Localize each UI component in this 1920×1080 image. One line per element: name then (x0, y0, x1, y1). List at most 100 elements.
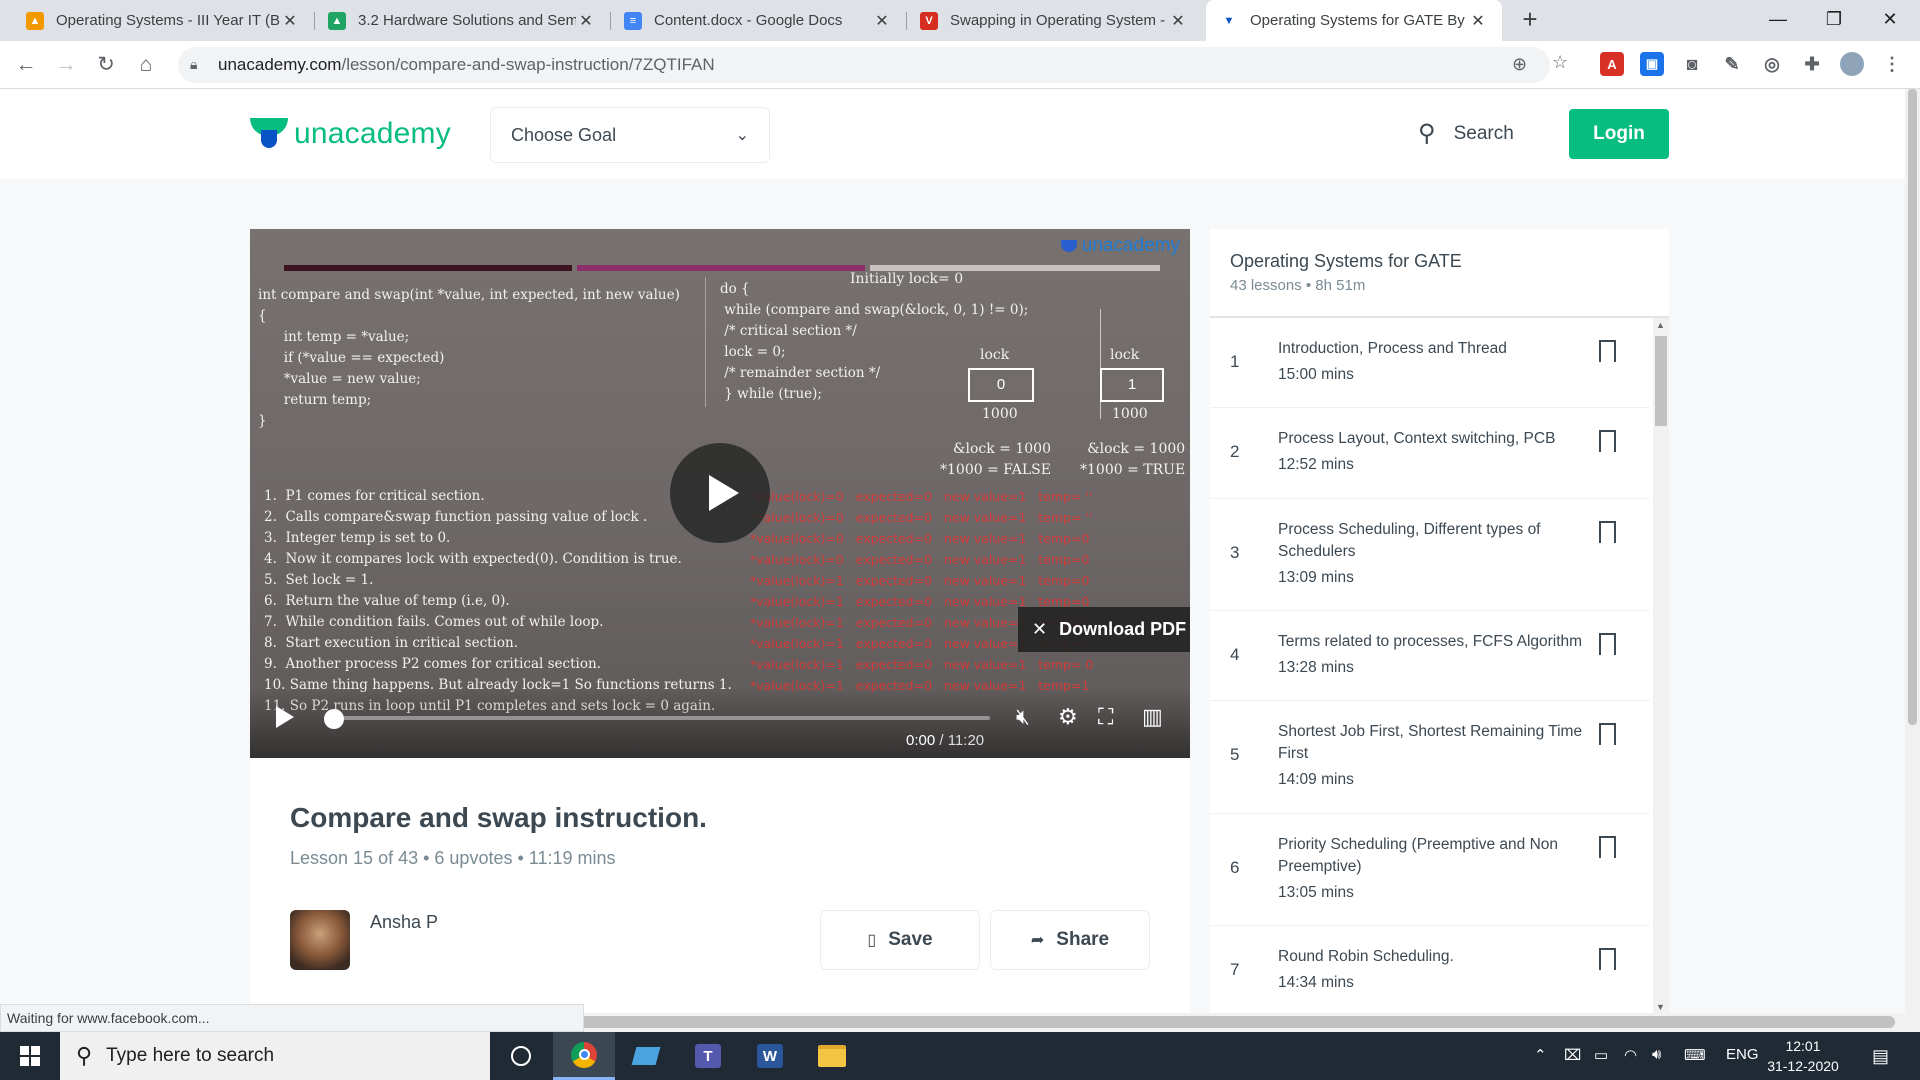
close-tab-icon[interactable]: ✕ (280, 11, 300, 31)
close-tab-icon[interactable]: ✕ (1468, 11, 1488, 31)
save-button[interactable]: ▯ Save (820, 910, 980, 970)
mute-icon[interactable]: 🔇︎ (1016, 704, 1030, 730)
camera-extension-icon[interactable]: ◙ (1680, 52, 1704, 76)
course-title: Operating Systems for GATE (1230, 251, 1462, 271)
reload-icon[interactable]: ↻ (92, 51, 120, 79)
acrobat-extension-icon[interactable]: A (1600, 52, 1624, 76)
notifications-icon[interactable]: ▤ (1872, 1046, 1889, 1067)
course-header[interactable]: Operating Systems for GATE 43 lessons • … (1210, 229, 1669, 318)
profile-avatar[interactable] (1840, 52, 1864, 76)
keyboard-icon[interactable]: ⌨ (1684, 1046, 1706, 1064)
browser-tab[interactable]: ▲ Operating Systems - III Year IT (B ✕ (12, 0, 314, 41)
extension-icon[interactable]: ◎ (1760, 52, 1784, 76)
close-tab-icon[interactable]: ✕ (1168, 11, 1188, 31)
course-sidebar: Operating Systems for GATE 43 lessons • … (1210, 229, 1669, 1013)
bookmark-icon[interactable] (1599, 521, 1616, 544)
drive-icon: ▲ (328, 11, 346, 30)
puzzle-icon[interactable]: ✚ (1800, 52, 1824, 76)
lesson-item[interactable]: 1 Introduction, Process and Thread 15:00… (1210, 318, 1650, 408)
lesson-item[interactable]: 7 Round Robin Scheduling. 14:34 mins (1210, 926, 1650, 1013)
bookmark-icon[interactable] (1599, 633, 1616, 656)
menu-icon[interactable]: ⋮ (1880, 52, 1904, 76)
close-tab-icon[interactable]: ✕ (872, 11, 892, 31)
taskbar-search[interactable]: ⚲ Type here to search (60, 1032, 490, 1080)
lesson-item[interactable]: 3 Process Scheduling, Different types of… (1210, 499, 1650, 611)
choose-goal-dropdown[interactable]: Choose Goal ⌄ (490, 107, 770, 163)
site-header: unacademy Choose Goal ⌄ ⚲ Search Login (0, 89, 1905, 179)
address-bar[interactable]: 🔒︎ unacademy.com/lesson/compare-and-swap… (178, 47, 1550, 83)
bookmark-icon[interactable] (1599, 948, 1616, 971)
clock[interactable]: 12:01 31-12-2020 (1758, 1036, 1848, 1076)
search-button[interactable]: ⚲ Search (1418, 119, 1514, 148)
bookmark-icon: ▯ (867, 932, 877, 949)
back-icon[interactable]: ← (12, 51, 40, 79)
progress-bar[interactable] (334, 716, 990, 720)
windows-taskbar: ⚲ Type here to search T W ⌃ ⌧ ▭ ◠ 🔊︎ ⌨ E… (0, 1032, 1920, 1080)
browser-tab[interactable]: V Swapping in Operating System - ✕ (906, 0, 1202, 41)
close-tab-icon[interactable]: ✕ (576, 11, 596, 31)
forward-icon[interactable]: → (52, 51, 80, 79)
add-icon[interactable]: ⊕ (1512, 54, 1527, 75)
video-player[interactable]: unacademy Initially lock= 0 int compare … (250, 229, 1190, 758)
big-play-button[interactable] (670, 443, 770, 543)
language-indicator[interactable]: ENG (1726, 1046, 1759, 1063)
browser-tab[interactable]: ≡ Content.docx - Google Docs ✕ (610, 0, 906, 41)
battery-icon[interactable]: ▭ (1594, 1046, 1608, 1064)
file-transfer-icon[interactable] (615, 1032, 677, 1080)
settings-icon[interactable]: ⚙ (1058, 704, 1078, 730)
cortana-icon[interactable] (490, 1032, 552, 1080)
lesson-item[interactable]: 6 Priority Scheduling (Preemptive and No… (1210, 814, 1650, 926)
progress-knob[interactable] (324, 709, 344, 729)
bookmark-icon[interactable] (1599, 430, 1616, 453)
lock-icon: 🔒︎ (190, 56, 198, 72)
lesson-item[interactable]: 2 Process Layout, Context switching, PCB… (1210, 408, 1650, 499)
browser-tab-active[interactable]: ▼ Operating Systems for GATE By A ✕ (1206, 0, 1502, 41)
fullscreen-icon[interactable]: ⛶ (1098, 704, 1113, 730)
close-icon[interactable]: ✕ (1032, 619, 1047, 640)
lesson-item[interactable]: 5 Shortest Job First, Shortest Remaining… (1210, 701, 1650, 814)
chrome-icon[interactable] (553, 1032, 615, 1080)
chevron-down-icon: ⌄ (735, 127, 749, 144)
play-icon[interactable] (276, 706, 294, 728)
browser-status: Waiting for www.facebook.com... (0, 1004, 584, 1032)
lesson-list-scrollbar[interactable]: ▲ ▼ (1653, 318, 1669, 1013)
word-icon[interactable]: W (739, 1032, 801, 1080)
volume-icon[interactable]: 🔊︎ (1652, 1046, 1661, 1063)
login-button[interactable]: Login (1569, 109, 1669, 159)
unacademy-icon: ▼ (1220, 11, 1238, 30)
device-icon[interactable]: ⌧ (1564, 1046, 1581, 1064)
play-icon (709, 475, 739, 511)
star-icon[interactable]: ☆ (1552, 52, 1568, 73)
share-button[interactable]: ➦ Share (990, 910, 1150, 970)
browser-tab[interactable]: ▲ 3.2 Hardware Solutions and Sema ✕ (314, 0, 610, 41)
lesson-list: 1 Introduction, Process and Thread 15:00… (1210, 318, 1650, 1013)
theater-mode-icon[interactable]: ▥ (1142, 704, 1163, 730)
new-tab-icon[interactable]: + (1516, 6, 1544, 34)
minimize-icon[interactable]: — (1750, 0, 1806, 41)
restore-icon[interactable]: ❐ (1806, 0, 1862, 41)
bookmark-icon[interactable] (1599, 836, 1616, 859)
teams-icon[interactable]: T (677, 1032, 739, 1080)
unacademy-logo[interactable]: unacademy (250, 117, 451, 151)
wifi-icon[interactable]: ◠ (1624, 1046, 1637, 1064)
chevron-up-icon[interactable]: ⌃ (1534, 1046, 1547, 1064)
browser-toolbar: ← → ↻ ⌂ 🔒︎ unacademy.com/lesson/compare-… (0, 41, 1920, 89)
home-icon[interactable]: ⌂ (132, 51, 160, 79)
close-window-icon[interactable]: ✕ (1862, 0, 1918, 41)
author-name[interactable]: Ansha P (370, 912, 438, 933)
video-watermark: unacademy (1060, 235, 1180, 257)
course-subtitle: 43 lessons • 8h 51m (1230, 277, 1366, 294)
page-scrollbar[interactable] (1905, 89, 1920, 1032)
file-explorer-icon[interactable] (801, 1032, 863, 1080)
bookmark-icon[interactable] (1599, 340, 1616, 363)
lesson-item[interactable]: 4 Terms related to processes, FCFS Algor… (1210, 611, 1650, 701)
eyedropper-extension-icon[interactable]: ✎ (1720, 52, 1744, 76)
vidyalankar-icon: V (920, 11, 938, 30)
bookmark-icon[interactable] (1599, 723, 1616, 746)
author-avatar[interactable] (290, 910, 350, 970)
unacademy-logo-icon (250, 118, 288, 150)
screen-extension-icon[interactable]: ▣ (1640, 52, 1664, 76)
download-pdf-button[interactable]: ✕ Download PDF (1018, 607, 1190, 652)
start-button[interactable] (0, 1032, 60, 1080)
browser-tab-strip: ▲ Operating Systems - III Year IT (B ✕ ▲… (0, 0, 1920, 41)
